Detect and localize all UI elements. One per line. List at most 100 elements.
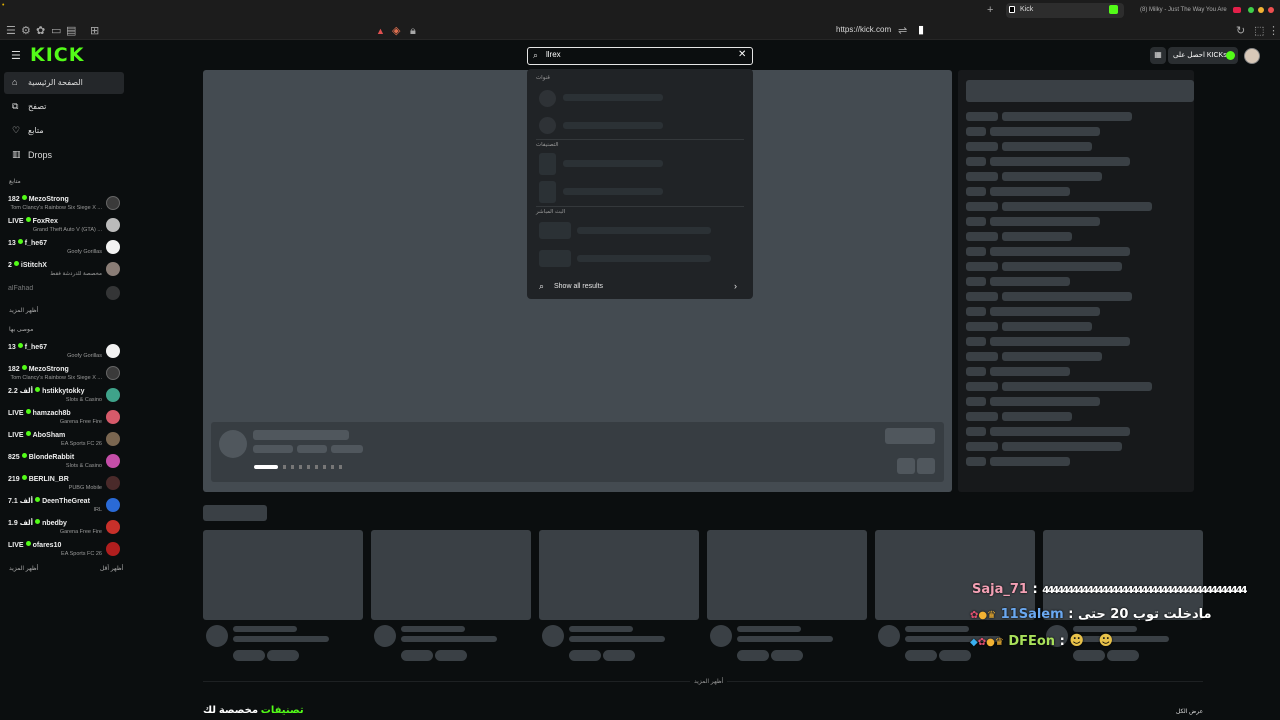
url-bar[interactable]: https://kick.com bbox=[836, 25, 891, 34]
skeleton-line bbox=[990, 217, 1100, 226]
channel-name: iStitchX bbox=[20, 262, 47, 269]
menu-icon[interactable]: ☰ bbox=[6, 25, 16, 37]
channel-item[interactable]: 2.2 ألف hstikkytokky Slots & Casino bbox=[8, 385, 120, 407]
tabs-icon[interactable]: ▤ bbox=[66, 25, 76, 37]
store-icon[interactable]: ▦ bbox=[1150, 47, 1166, 64]
sidebar-item-following[interactable]: ♡ متابع bbox=[4, 120, 124, 142]
channel-name: DeenTheGreat bbox=[42, 498, 90, 505]
stream-card-placeholder[interactable] bbox=[203, 530, 363, 620]
extensions-icon[interactable]: ✿ bbox=[36, 25, 45, 37]
channel-category: Tom Clancy's Rainbow Six Siege X ... bbox=[10, 375, 102, 381]
channel-category: مخصصة للدردشة فقط bbox=[50, 271, 102, 277]
channel-item[interactable]: 13 f_he67 Goofy Gorillas bbox=[8, 341, 120, 363]
channel-category: IRL bbox=[93, 507, 102, 513]
avatar bbox=[106, 476, 120, 490]
result-text-placeholder[interactable] bbox=[563, 94, 663, 101]
live-dot-icon bbox=[25, 541, 31, 546]
show-more-link[interactable]: أظهر المزيد bbox=[9, 565, 38, 572]
new-window-icon[interactable]: ⊞ bbox=[90, 25, 99, 37]
title-placeholder bbox=[253, 430, 349, 440]
channel-item[interactable]: 182 MezoStrong Tom Clancy's Rainbow Six S… bbox=[8, 193, 120, 215]
result-text-placeholder[interactable] bbox=[563, 122, 663, 129]
chevron-right-icon: › bbox=[734, 281, 737, 291]
skeleton-line bbox=[939, 650, 971, 661]
skeleton-line bbox=[569, 626, 633, 632]
brave-shield-icon[interactable]: ▲ bbox=[376, 25, 385, 37]
channel-item[interactable]: 7.1 ألف DeenTheGreat IRL bbox=[8, 495, 120, 517]
result-text-placeholder[interactable] bbox=[563, 188, 663, 195]
avatar-placeholder bbox=[710, 625, 732, 647]
skeleton-line bbox=[771, 650, 803, 661]
screenshot-icon[interactable]: ⬚ bbox=[1254, 25, 1264, 37]
channel-item[interactable]: 182 MezoStrong Tom Clancy's Rainbow Six S… bbox=[8, 363, 120, 385]
hamburger-menu-icon[interactable]: ☰ bbox=[11, 49, 21, 62]
sidebar-item-drops[interactable]: ▥ Drops bbox=[4, 144, 124, 166]
section-header-categories: التصنيفات bbox=[536, 142, 559, 148]
more-icon[interactable]: ⋮ bbox=[1268, 25, 1279, 37]
search-icon: ⌕ bbox=[533, 50, 539, 60]
skeleton-line bbox=[1002, 262, 1122, 271]
stream-card-placeholder[interactable] bbox=[539, 530, 699, 620]
channel-item-offline[interactable]: alFahad bbox=[8, 283, 120, 305]
channel-item[interactable]: 2 iStitchX مخصصة للدردشة فقط bbox=[8, 259, 120, 281]
channel-item[interactable]: 825 BlondeRabbit Slots & Casino bbox=[8, 451, 120, 473]
clear-search-icon[interactable]: ✕ bbox=[738, 49, 746, 60]
stream-card-placeholder[interactable] bbox=[707, 530, 867, 620]
sidebar-item-home[interactable]: ⌂ الصفحة الرئيسية bbox=[4, 72, 124, 94]
avatar bbox=[106, 240, 120, 254]
kick-logo[interactable]: KICK bbox=[30, 44, 84, 66]
avatar bbox=[106, 286, 120, 300]
carousel-dots[interactable] bbox=[283, 465, 343, 469]
skeleton-chip bbox=[966, 367, 986, 376]
settings-icon[interactable]: ⚙ bbox=[21, 25, 31, 37]
rewards-icon[interactable]: ◈ bbox=[392, 25, 400, 37]
skeleton-line bbox=[1002, 232, 1072, 241]
channel-item[interactable]: 13 f_he67 Goofy Gorillas bbox=[8, 237, 120, 259]
skeleton-line bbox=[569, 650, 601, 661]
show-all-results-button[interactable]: ⌕ Show all results › bbox=[527, 276, 753, 298]
new-tab-icon[interactable]: + bbox=[987, 4, 993, 16]
show-less-link[interactable]: أظهر أقل bbox=[100, 565, 123, 572]
channel-name: MezoStrong bbox=[28, 196, 69, 203]
skeleton-line bbox=[990, 187, 1070, 196]
channel-item[interactable]: LIVE AboSham EA Sports FC 26 bbox=[8, 429, 120, 451]
browser-chrome: • ☰ ⚙ ✿ ▭ ▤ ⊞ ▲ ◈ 🔒︎ https://kick.com ⇌ … bbox=[0, 0, 1280, 40]
bookmark-icon[interactable]: ▮ bbox=[918, 24, 924, 36]
channel-item[interactable]: 219 BERLIN_BR PUBG Mobile bbox=[8, 473, 120, 495]
user-avatar[interactable] bbox=[1244, 48, 1260, 64]
result-avatar-placeholder bbox=[539, 117, 556, 134]
window-close-button[interactable] bbox=[1268, 7, 1274, 13]
sidebar-icon[interactable]: ▭ bbox=[51, 25, 61, 37]
skeleton-line bbox=[990, 307, 1100, 316]
search-query: llrex bbox=[546, 50, 561, 59]
avatar bbox=[106, 498, 120, 512]
channel-item[interactable]: LIVE ofares10 EA Sports FC 26 bbox=[8, 539, 120, 561]
get-kicks-button[interactable]: احصل على KICKs bbox=[1168, 47, 1238, 64]
result-text-placeholder[interactable] bbox=[577, 255, 711, 262]
result-text-placeholder[interactable] bbox=[563, 160, 663, 167]
result-text-placeholder[interactable] bbox=[577, 227, 711, 234]
stream-card-placeholder[interactable] bbox=[371, 530, 531, 620]
avatar bbox=[106, 410, 120, 424]
show-more-button[interactable]: أظهر المزيد bbox=[690, 678, 728, 685]
search-input[interactable]: ⌕ llrex ✕ bbox=[527, 47, 753, 65]
skeleton-line bbox=[1073, 650, 1105, 661]
show-more-link[interactable]: أظهر المزيد bbox=[9, 307, 38, 314]
window-maximize-button[interactable] bbox=[1248, 7, 1254, 13]
channel-item[interactable]: 1.9 ألف nbedby Garena Free Fire bbox=[8, 517, 120, 539]
tab-kick[interactable]: Kick bbox=[1006, 3, 1124, 18]
tune-icon[interactable]: ⇌ bbox=[898, 25, 907, 37]
channel-item[interactable]: LIVE FoxRex Grand Theft Auto V (GTA) ... bbox=[8, 215, 120, 237]
skeleton-line bbox=[1002, 382, 1152, 391]
youtube-icon bbox=[1233, 7, 1241, 13]
reload-icon[interactable]: ↻ bbox=[1236, 25, 1245, 37]
view-all-link[interactable]: عرض الكل bbox=[1176, 708, 1203, 715]
carousel-active-dot[interactable] bbox=[254, 465, 278, 469]
live-dot-icon bbox=[17, 239, 23, 244]
window-minimize-button[interactable] bbox=[1258, 7, 1264, 13]
skeleton-line bbox=[569, 636, 665, 642]
channel-item[interactable]: LIVE hamzach8b Garena Free Fire bbox=[8, 407, 120, 429]
sidebar-item-browse[interactable]: ⧉ تصفح bbox=[4, 96, 124, 118]
tab-youtube[interactable]: (8) Milky - Just The Way You Are bbox=[1128, 3, 1232, 18]
browse-icon: ⧉ bbox=[12, 101, 19, 111]
